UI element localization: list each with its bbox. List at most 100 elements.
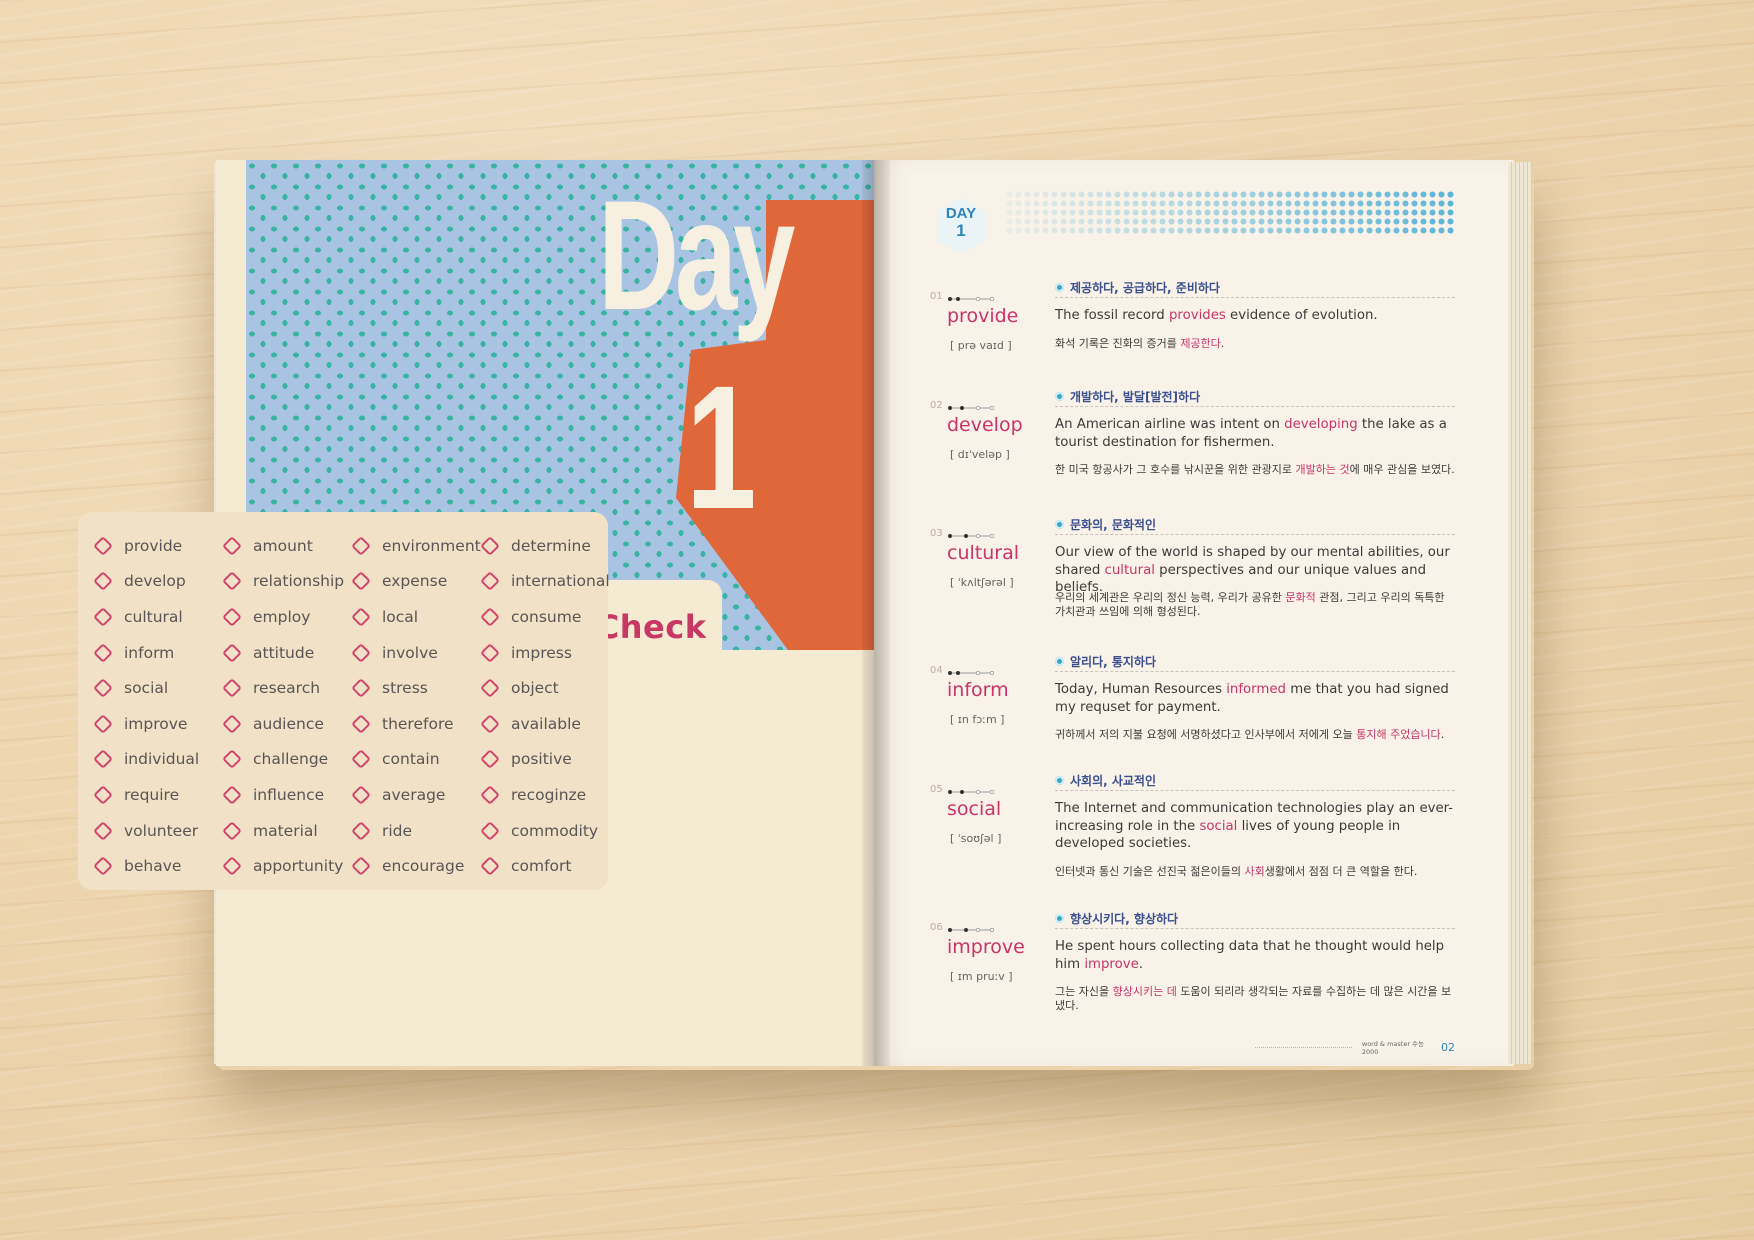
korean-translation: 그는 자신을 향상시키는 데 도움이 되리라 생각되는 자료를 수집하는 데 많…	[1055, 985, 1457, 1013]
word-item: recoginze	[480, 777, 612, 813]
pronunciation: [ ˈsoʊʃəl ]	[950, 832, 1002, 845]
word-text: influence	[253, 785, 325, 804]
dashed-divider	[1055, 671, 1455, 672]
word-text: volunteer	[124, 821, 199, 840]
translation-part: 생활에서 점점 더 큰 역할을 한다.	[1264, 864, 1418, 878]
translation-part: 우리의 세계관은 우리의 정신 능력, 우리가 공유한	[1055, 591, 1286, 604]
word-text: individual	[124, 750, 200, 769]
english-example: The Internet and communication technolog…	[1055, 800, 1457, 853]
word-item: involve	[351, 635, 483, 671]
headword: cultural	[947, 542, 1019, 564]
word-item: research	[222, 670, 354, 706]
translation-part: 귀하께서 저의 지불 요청에 서명하셨다고 인사부에서 저에게 오늘	[1055, 728, 1357, 741]
word-item: inform	[93, 635, 225, 671]
highlighted-translation: 제공한다	[1180, 336, 1221, 350]
headword: social	[947, 798, 1002, 820]
word-item: cultural	[93, 599, 225, 635]
translation-part: 인터넷과 통신 기술은 선진국 젊은이들의	[1055, 864, 1245, 878]
diamond-marker-icon	[222, 535, 242, 556]
diamond-marker-icon	[222, 642, 242, 663]
word-item: expense	[351, 564, 483, 600]
highlighted-translation: 개발하는 것	[1295, 463, 1350, 476]
diamond-marker-icon	[351, 571, 371, 592]
bullet-icon	[1055, 914, 1064, 923]
word-text: require	[124, 785, 180, 804]
pronunciation: [ prə vaɪd ]	[950, 339, 1012, 352]
word-text: therefore	[382, 714, 454, 733]
sentence-part: evidence of evolution.	[1225, 308, 1378, 323]
word-text: material	[253, 821, 318, 840]
diamond-marker-icon	[222, 607, 242, 627]
word-text: encourage	[382, 857, 465, 876]
word-text: relationship	[253, 572, 345, 591]
word-text: provide	[124, 536, 183, 555]
diamond-marker-icon	[480, 607, 500, 627]
korean-meaning: 알리다, 통지하다	[1055, 653, 1156, 670]
word-text: contain	[382, 750, 440, 769]
word-text: behave	[124, 857, 182, 876]
highlighted-word: informed	[1226, 682, 1286, 697]
korean-meaning: 문화의, 문화적인	[1055, 516, 1156, 533]
word-text: expense	[382, 572, 448, 591]
diamond-marker-icon	[480, 678, 500, 699]
word-text: recoginze	[511, 785, 587, 804]
headword: provide	[947, 305, 1019, 327]
bullet-icon	[1055, 657, 1064, 666]
entry-number: 03	[930, 528, 943, 539]
pronunciation: [ dɪˈveləp ]	[950, 448, 1010, 461]
right-page-edges	[1508, 162, 1532, 1064]
bullet-icon	[1055, 776, 1064, 785]
level-slider-icon	[948, 671, 994, 675]
diamond-marker-icon	[351, 713, 371, 734]
entry-number: 01	[930, 291, 943, 302]
word-text: improve	[124, 714, 188, 733]
word-text: develop	[124, 572, 186, 591]
word-item: behave	[93, 848, 225, 884]
sentence-part: .	[1138, 956, 1143, 972]
pronunciation: [ ˈkʌltʃərəl ]	[950, 576, 1014, 589]
word-text: involve	[382, 643, 438, 662]
word-text: employ	[253, 607, 311, 626]
english-example: Today, Human Resources informed me that …	[1055, 681, 1457, 716]
day-badge-number: 1	[956, 221, 966, 240]
highlighted-word: improve	[1084, 956, 1139, 972]
word-item: influence	[222, 777, 354, 813]
footer-dotted-line	[1255, 1046, 1352, 1048]
level-slider-icon	[948, 790, 994, 794]
entry-number: 05	[930, 784, 943, 795]
day-number: 1	[686, 350, 757, 546]
word-text: commodity	[511, 821, 599, 840]
word-item: require	[93, 777, 225, 813]
meaning-text: 사회의, 사교적인	[1070, 774, 1157, 788]
word-item: available	[480, 706, 612, 742]
word-text: impress	[511, 643, 572, 662]
word-item: impress	[480, 635, 612, 671]
meaning-text: 알리다, 통지하다	[1070, 655, 1157, 669]
highlighted-translation: 문화적	[1285, 591, 1316, 604]
translation-part: 한 미국 항공사가 그 호수를 낚시꾼을 위한 관광지로	[1055, 463, 1296, 476]
diamond-marker-icon	[222, 713, 242, 734]
word-item: object	[480, 670, 612, 706]
meaning-text: 문화의, 문화적인	[1070, 518, 1157, 532]
meaning-text: 향상시키다, 향상하다	[1070, 912, 1179, 926]
word-text: determine	[511, 536, 591, 555]
word-text: consume	[511, 607, 582, 626]
diamond-marker-icon	[93, 535, 113, 556]
word-item: challenge	[222, 742, 354, 778]
headword: develop	[947, 414, 1023, 436]
english-example: The fossil record provides evidence of e…	[1055, 307, 1457, 325]
diamond-marker-icon	[93, 713, 113, 734]
footer-text: word & master 수능 2000	[1361, 1040, 1425, 1056]
word-text: average	[382, 785, 446, 804]
word-text: environment	[382, 536, 481, 555]
word-item: material	[222, 813, 354, 849]
korean-translation: 한 미국 항공사가 그 호수를 낚시꾼을 위한 관광지로 개발하는 것에 매우 …	[1055, 463, 1457, 477]
diamond-marker-icon	[480, 713, 500, 734]
word-item: commodity	[480, 813, 612, 849]
level-slider-icon	[948, 297, 994, 301]
word-item: apportunity	[222, 848, 354, 884]
word-item: international	[480, 564, 612, 600]
diamond-marker-icon	[351, 785, 371, 805]
dot-pattern-header	[1005, 190, 1455, 234]
word-text: amount	[253, 536, 313, 555]
